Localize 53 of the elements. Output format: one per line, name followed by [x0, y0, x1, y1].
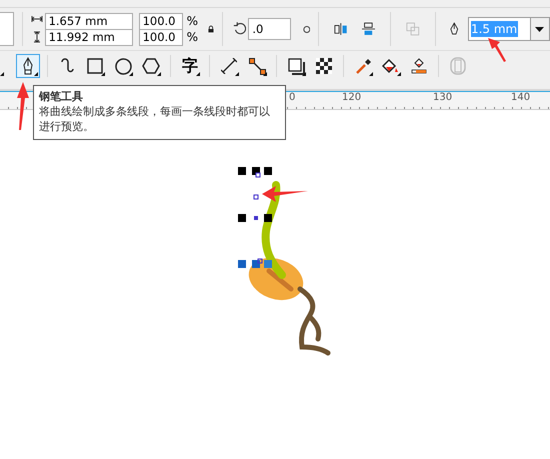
- flyout-arrow-icon: [129, 72, 133, 76]
- annotation-arrow: [488, 38, 506, 62]
- width-field[interactable]: 1.657 mm: [44, 12, 133, 30]
- ruler-label: 120: [342, 92, 362, 103]
- ellipse-icon: [114, 58, 132, 74]
- text-tool[interactable]: 字: [178, 54, 202, 78]
- scale-x-field[interactable]: 100.0: [138, 12, 183, 30]
- pen-nib-icon: [22, 57, 34, 75]
- paint-bucket-icon: [382, 58, 400, 74]
- checkerboard-icon: [316, 58, 332, 74]
- pen-nib-icon: [450, 21, 459, 37]
- annotation-arrow: [262, 186, 308, 202]
- circle-icon[interactable]: [302, 24, 310, 34]
- percent-label: %: [186, 14, 198, 28]
- scale-y-field[interactable]: 100.0: [138, 30, 183, 46]
- rotate-icon: [232, 21, 246, 37]
- width-icon: [30, 15, 43, 23]
- flyout-arrow-icon: [397, 72, 401, 76]
- percent-label: %: [186, 30, 198, 44]
- ruler-label: 130: [433, 92, 452, 103]
- flyout-arrow-icon: [101, 72, 105, 76]
- curve-icon: [60, 57, 74, 75]
- pen-tool[interactable]: [16, 54, 40, 78]
- ruler-label: 0: [289, 92, 296, 103]
- lock-icon[interactable]: [208, 25, 214, 33]
- frame-icon: [450, 57, 466, 75]
- tooltip-text: 将曲线绘制成多条线段，每画一条线段时都可以进行预览。: [39, 104, 271, 134]
- flyout-arrow-icon: [34, 72, 38, 76]
- flyout-arrow-icon: [196, 72, 200, 76]
- ruler-label: 140: [511, 92, 530, 103]
- flyout-arrow-icon: [263, 72, 267, 76]
- height-field[interactable]: 11.992 mm: [44, 30, 133, 46]
- flyout-arrow-icon: [369, 72, 373, 76]
- mirror-horizontal-icon[interactable]: [334, 22, 348, 36]
- transform-icon: [406, 21, 420, 37]
- rectangle-icon: [87, 58, 103, 74]
- mirror-vertical-icon[interactable]: [362, 21, 376, 37]
- flyout-arrow-icon: [235, 72, 239, 76]
- height-icon: [32, 31, 41, 43]
- outline-fill-icon: [411, 58, 427, 74]
- flyout-arrow-icon: [157, 72, 161, 76]
- diagonal-line-icon: [221, 58, 237, 74]
- connector-icon: [248, 58, 266, 74]
- eyedropper-icon: [354, 58, 372, 74]
- drop-shadow-icon: [288, 58, 304, 74]
- dropdown-arrow-icon: [535, 26, 544, 32]
- flyout-arrow-icon: [302, 72, 306, 76]
- flyout-arrow-icon: [0, 72, 4, 76]
- annotation-arrow: [16, 82, 30, 130]
- hexagon-icon: [142, 58, 160, 74]
- input-field[interactable]: [0, 12, 14, 46]
- rotation-field[interactable]: .0: [248, 18, 291, 40]
- tooltip-title: 钢笔工具: [39, 89, 84, 104]
